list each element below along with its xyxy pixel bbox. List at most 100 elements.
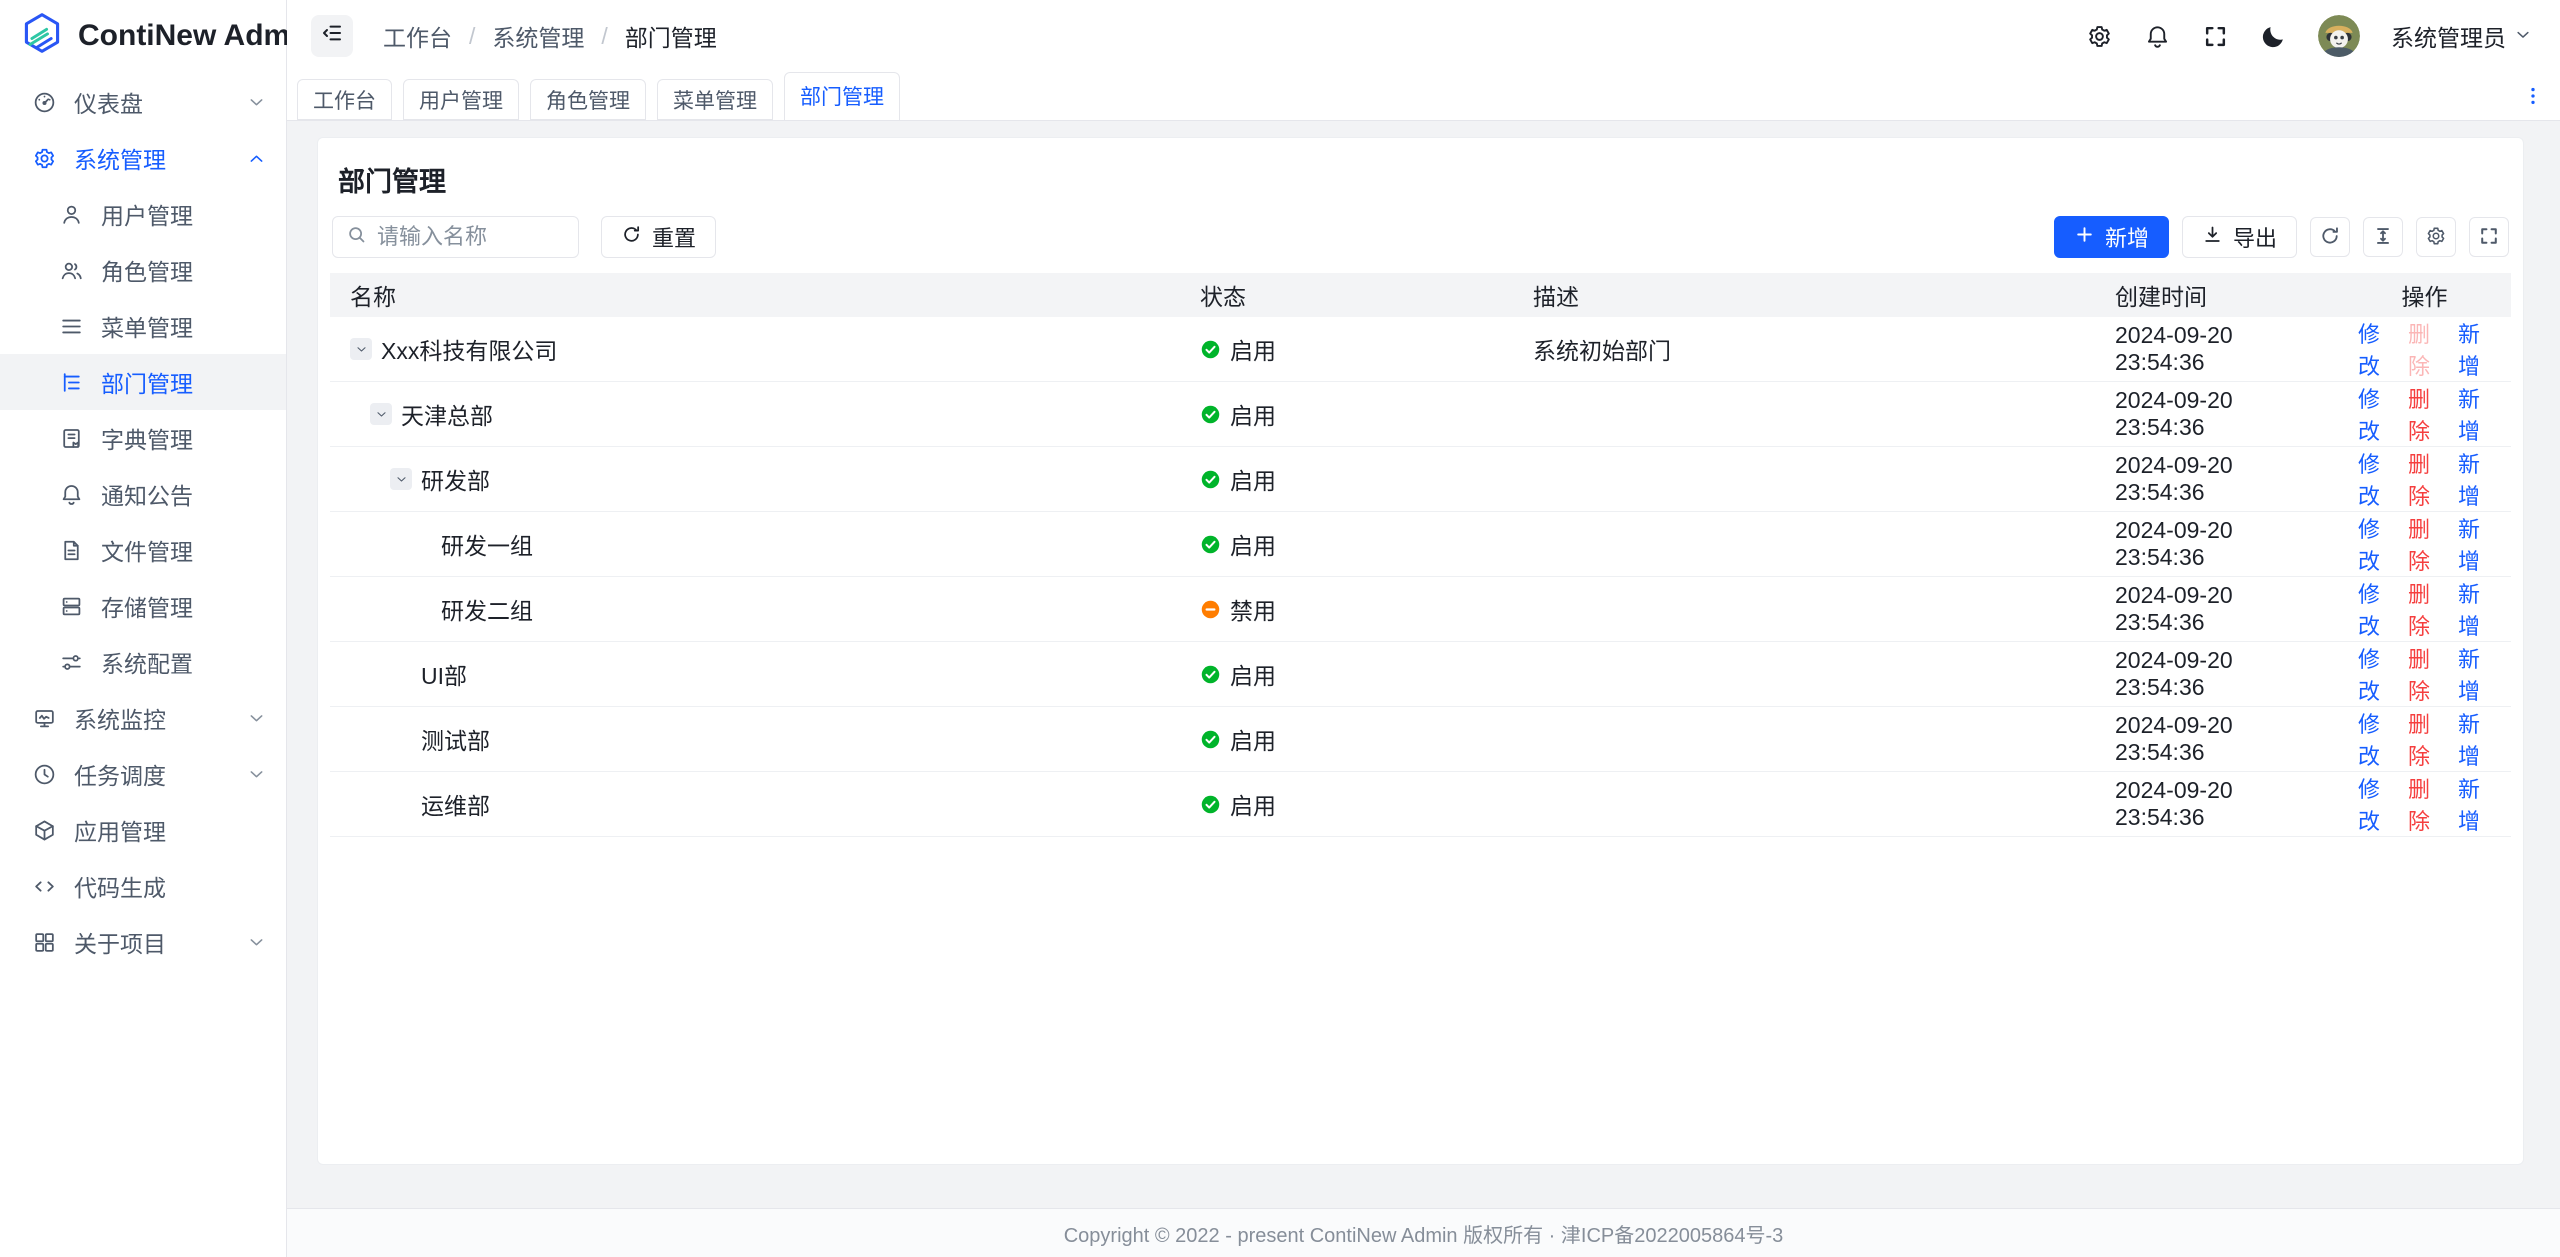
sidebar-item-system-management[interactable]: 系统管理 xyxy=(0,130,286,186)
tree-collapse-button[interactable] xyxy=(390,468,412,490)
dept-desc xyxy=(1513,577,2095,642)
delete-link[interactable]: 删除 xyxy=(2408,772,2441,836)
tab-label: 部门管理 xyxy=(800,81,884,111)
breadcrumb-item[interactable]: 系统管理 xyxy=(492,19,584,53)
dept-desc xyxy=(1513,512,2095,577)
status-label: 启用 xyxy=(1230,657,1276,691)
edit-link[interactable]: 修改 xyxy=(2358,577,2391,641)
refresh-button[interactable] xyxy=(2310,217,2350,257)
created-time: 2024-09-20 23:54:36 xyxy=(2095,447,2338,512)
table-body: Xxx科技有限公司启用系统初始部门2024-09-20 23:54:36修改删除… xyxy=(330,317,2511,837)
search-box[interactable] xyxy=(332,216,579,258)
add-child-link[interactable]: 新增 xyxy=(2458,577,2491,641)
sidebar-item-role-management[interactable]: 角色管理 xyxy=(0,242,286,298)
app-logo[interactable]: ContiNew Admin xyxy=(0,0,286,72)
breadcrumb: 工作台 / 系统管理 / 部门管理 xyxy=(383,19,717,53)
breadcrumb-item[interactable]: 工作台 xyxy=(383,19,452,53)
sidebar-item-storage-management[interactable]: 存储管理 xyxy=(0,578,286,634)
dept-name-cell: 天津总部 xyxy=(350,397,1160,431)
storage-icon xyxy=(59,594,84,619)
add-button[interactable]: 新增 xyxy=(2054,216,2169,258)
edit-link[interactable]: 修改 xyxy=(2358,642,2391,706)
chevron-up-icon xyxy=(247,149,266,168)
add-child-link[interactable]: 新增 xyxy=(2458,382,2491,446)
add-child-link[interactable]: 新增 xyxy=(2458,447,2491,511)
menu-fold-button[interactable] xyxy=(311,15,353,57)
edit-link[interactable]: 修改 xyxy=(2358,317,2391,381)
add-child-link[interactable]: 新增 xyxy=(2458,642,2491,706)
chevron-down-icon xyxy=(2514,23,2532,50)
status-badge: 启用 xyxy=(1200,787,1493,821)
dark-mode-icon[interactable] xyxy=(2260,23,2287,50)
sidebar-item-code-generator[interactable]: 代码生成 xyxy=(0,858,286,914)
user-menu[interactable]: 系统管理员 xyxy=(2391,19,2532,53)
delete-link[interactable]: 删除 xyxy=(2408,707,2441,771)
row-actions: 修改删除新增 xyxy=(2358,642,2491,706)
delete-link[interactable]: 删除 xyxy=(2408,642,2441,706)
sidebar-item-label: 字典管理 xyxy=(101,421,193,455)
status-label: 启用 xyxy=(1230,397,1276,431)
avatar[interactable] xyxy=(2318,15,2360,57)
tab-label: 菜单管理 xyxy=(673,85,757,115)
add-child-link[interactable]: 新增 xyxy=(2458,707,2491,771)
delete-link[interactable]: 删除 xyxy=(2408,447,2441,511)
add-child-link[interactable]: 新增 xyxy=(2458,512,2491,576)
sidebar-item-system-monitor[interactable]: 系统监控 xyxy=(0,690,286,746)
settings-icon[interactable] xyxy=(2086,23,2113,50)
reset-button[interactable]: 重置 xyxy=(601,216,716,258)
status-enabled-icon xyxy=(1200,664,1221,685)
tree-collapse-button[interactable] xyxy=(370,403,392,425)
search-input[interactable] xyxy=(377,224,565,250)
export-button[interactable]: 导出 xyxy=(2182,216,2297,258)
copyright-text: Copyright © 2022 - present ContiNew Admi… xyxy=(1064,1219,1784,1248)
logo-icon xyxy=(20,11,64,61)
sidebar-item-label: 通知公告 xyxy=(101,477,193,511)
breadcrumb-current: 部门管理 xyxy=(625,19,717,53)
dept-card: 部门管理 重置 新增 导出 xyxy=(317,137,2524,1165)
page-title: 部门管理 xyxy=(330,138,2511,199)
row-height-button[interactable] xyxy=(2363,217,2403,257)
edit-link[interactable]: 修改 xyxy=(2358,447,2391,511)
sidebar-item-dict-management[interactable]: 字典管理 xyxy=(0,410,286,466)
column-settings-button[interactable] xyxy=(2416,217,2456,257)
table-row: 研发部启用2024-09-20 23:54:36修改删除新增 xyxy=(330,447,2511,512)
tab-user-management[interactable]: 用户管理 xyxy=(403,79,519,120)
table-fullscreen-button[interactable] xyxy=(2469,217,2509,257)
delete-link[interactable]: 删除 xyxy=(2408,577,2441,641)
fullscreen-icon[interactable] xyxy=(2202,23,2229,50)
fullscreen-icon xyxy=(2478,225,2500,250)
dept-name: 天津总部 xyxy=(401,397,493,431)
delete-link[interactable]: 删除 xyxy=(2408,317,2441,381)
dept-name: 研发一组 xyxy=(441,527,533,561)
sidebar-item-menu-management[interactable]: 菜单管理 xyxy=(0,298,286,354)
tab-workbench[interactable]: 工作台 xyxy=(297,79,392,120)
add-child-link[interactable]: 新增 xyxy=(2458,317,2491,381)
tab-menu-management[interactable]: 菜单管理 xyxy=(657,79,773,120)
tab-role-management[interactable]: 角色管理 xyxy=(530,79,646,120)
delete-link[interactable]: 删除 xyxy=(2408,512,2441,576)
notifications-icon[interactable] xyxy=(2144,23,2171,50)
sidebar-item-system-config[interactable]: 系统配置 xyxy=(0,634,286,690)
tab-actions-icon[interactable] xyxy=(2522,85,2544,107)
row-actions: 修改删除新增 xyxy=(2358,707,2491,771)
breadcrumb-separator: / xyxy=(601,23,607,50)
sidebar-item-dashboard[interactable]: 仪表盘 xyxy=(0,74,286,130)
status-label: 禁用 xyxy=(1230,592,1276,626)
edit-link[interactable]: 修改 xyxy=(2358,707,2391,771)
sidebar-item-about-project[interactable]: 关于项目 xyxy=(0,914,286,970)
edit-link[interactable]: 修改 xyxy=(2358,382,2391,446)
sidebar-item-file-management[interactable]: 文件管理 xyxy=(0,522,286,578)
sidebar-item-job-schedule[interactable]: 任务调度 xyxy=(0,746,286,802)
sliders-icon xyxy=(59,650,84,675)
toolbar: 重置 新增 导出 xyxy=(330,216,2511,258)
delete-link[interactable]: 删除 xyxy=(2408,382,2441,446)
tree-collapse-button[interactable] xyxy=(350,338,372,360)
sidebar-item-dept-management[interactable]: 部门管理 xyxy=(0,354,286,410)
add-child-link[interactable]: 新增 xyxy=(2458,772,2491,836)
sidebar-item-app-management[interactable]: 应用管理 xyxy=(0,802,286,858)
sidebar-item-notice[interactable]: 通知公告 xyxy=(0,466,286,522)
edit-link[interactable]: 修改 xyxy=(2358,512,2391,576)
tab-dept-management[interactable]: 部门管理 xyxy=(784,72,900,120)
edit-link[interactable]: 修改 xyxy=(2358,772,2391,836)
sidebar-item-user-management[interactable]: 用户管理 xyxy=(0,186,286,242)
